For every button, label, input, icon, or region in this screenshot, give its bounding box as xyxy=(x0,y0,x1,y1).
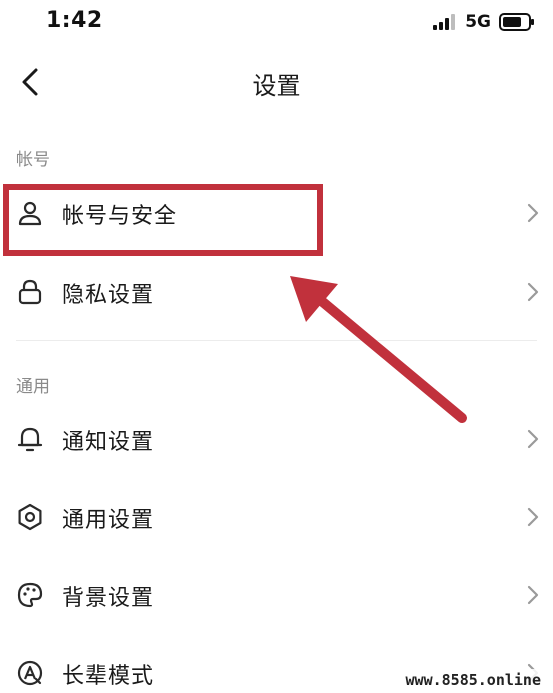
chevron-right-icon xyxy=(527,585,539,605)
page-title: 设置 xyxy=(252,72,301,100)
battery-icon xyxy=(499,13,534,31)
row-label: 长辈模式 xyxy=(62,664,155,689)
section-header-general: 通用 xyxy=(16,377,50,397)
settings-screen: 1:42 5G 设置 帐号 帐号与安全 隐私设置 通用 通知设置 通用设置 背景… xyxy=(0,0,553,693)
watermark: www.8585.online xyxy=(399,669,547,691)
signal-icon xyxy=(433,14,456,30)
elder-mode-icon xyxy=(17,660,43,686)
row-general-settings[interactable]: 通用设置 xyxy=(0,482,553,552)
row-label: 通用设置 xyxy=(62,508,155,533)
row-notification-settings[interactable]: 通知设置 xyxy=(0,404,553,474)
lock-icon xyxy=(18,279,42,305)
gear-icon xyxy=(18,503,42,531)
row-label: 背景设置 xyxy=(62,586,155,611)
bell-icon xyxy=(17,427,43,452)
chevron-right-icon xyxy=(527,429,539,449)
row-account-security[interactable]: 帐号与安全 xyxy=(0,178,553,248)
chevron-right-icon xyxy=(527,507,539,527)
row-label: 通知设置 xyxy=(62,430,155,455)
nav-bar: 设置 xyxy=(0,46,553,120)
palette-icon xyxy=(17,582,43,608)
row-privacy-settings[interactable]: 隐私设置 xyxy=(0,257,553,327)
chevron-right-icon xyxy=(527,203,539,223)
user-icon xyxy=(18,201,42,226)
row-label: 隐私设置 xyxy=(62,283,155,308)
section-header-account: 帐号 xyxy=(16,150,50,170)
status-time: 1:42 xyxy=(46,8,103,33)
network-label: 5G xyxy=(465,12,491,32)
row-label: 帐号与安全 xyxy=(62,204,178,229)
chevron-right-icon xyxy=(527,282,539,302)
status-bar: 1:42 5G xyxy=(0,0,553,46)
row-background-settings[interactable]: 背景设置 xyxy=(0,560,553,630)
section-divider xyxy=(16,340,537,341)
status-indicators: 5G xyxy=(433,12,535,32)
